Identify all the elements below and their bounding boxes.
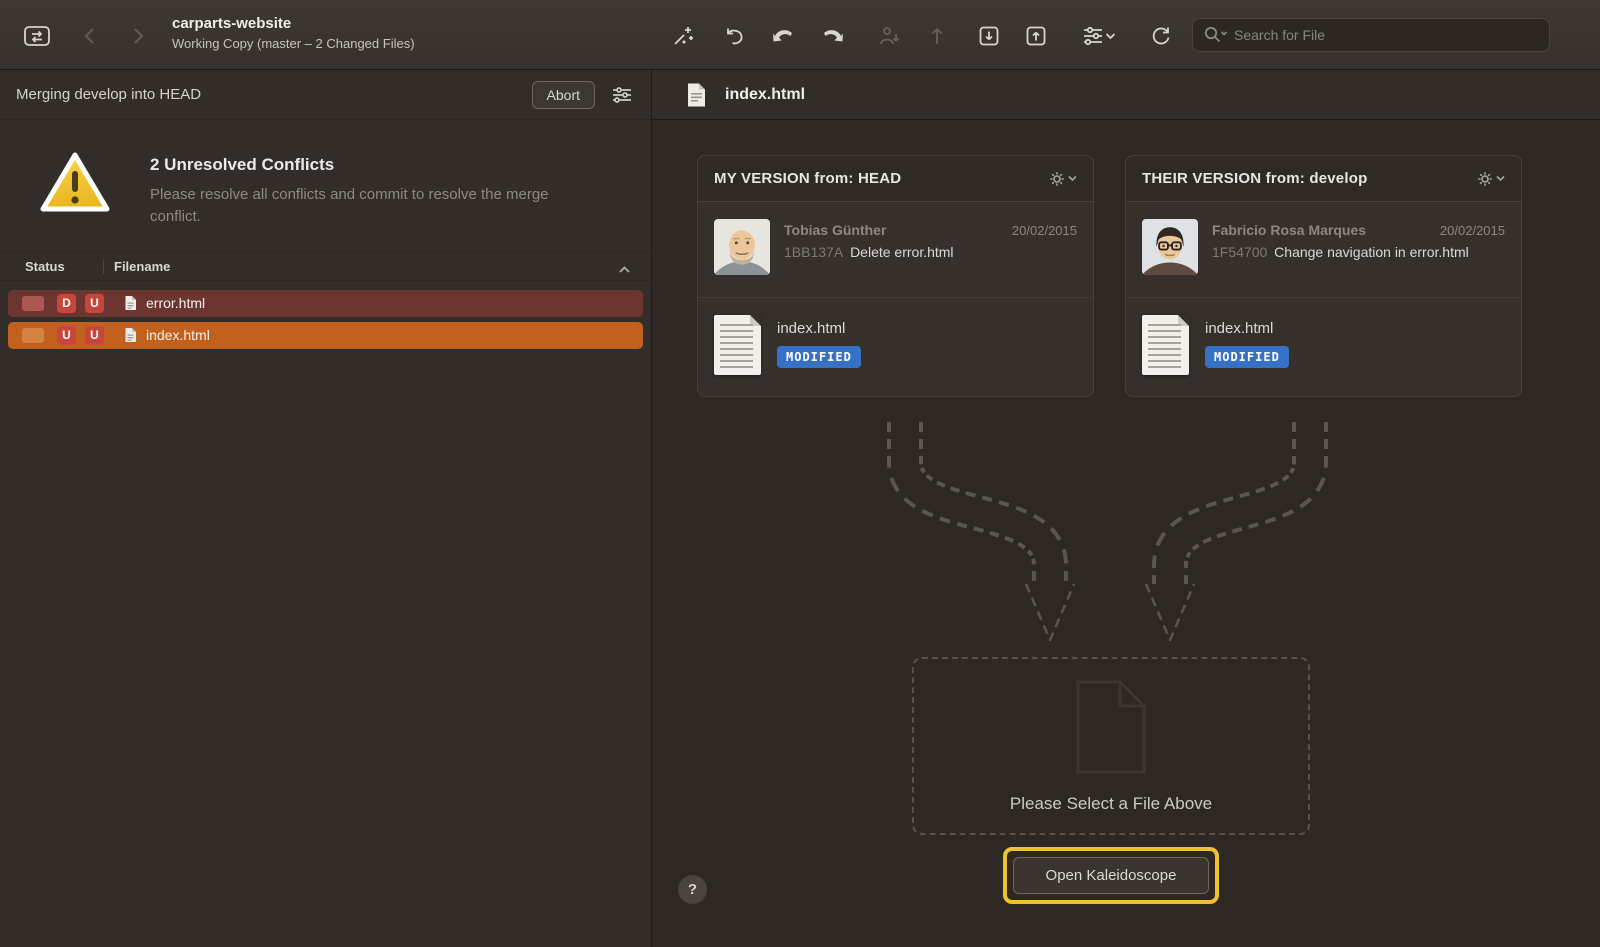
kaleidoscope-highlight-ring: Open Kaleidoscope xyxy=(1003,847,1219,904)
their-version-file: index.html MODIFIED xyxy=(1126,298,1521,392)
merge-options-icon[interactable] xyxy=(607,80,637,110)
column-filename[interactable]: Filename xyxy=(114,259,170,274)
app-window: carparts-website Working Copy (master – … xyxy=(0,0,1600,947)
file-thumbnail xyxy=(1142,315,1189,375)
status-badge: U xyxy=(85,294,104,313)
commit-author: Fabricio Rosa Marques xyxy=(1212,222,1366,238)
modified-badge: MODIFIED xyxy=(1205,346,1289,368)
version-filename: index.html xyxy=(777,320,861,337)
abort-merge-button[interactable]: Abort xyxy=(532,81,595,109)
conflict-file-list: D U error.html U U index.html xyxy=(0,281,651,363)
dropzone-hint: Please Select a File Above xyxy=(914,794,1308,814)
avatar xyxy=(1142,219,1198,275)
merge-result-dropzone: Please Select a File Above xyxy=(912,657,1310,835)
commit-meta: Fabricio Rosa Marques 20/02/2015 1F54700… xyxy=(1212,219,1505,297)
commit-hash: 1BB137A xyxy=(784,244,843,260)
back-icon[interactable] xyxy=(76,21,106,51)
selected-file-header: index.html xyxy=(652,70,1600,120)
column-divider xyxy=(103,259,104,274)
status-badge: U xyxy=(85,326,104,345)
conflict-text-block: 2 Unresolved Conflicts Please resolve al… xyxy=(150,150,590,228)
chevron-down-icon xyxy=(1105,32,1116,40)
chevron-down-icon xyxy=(1496,175,1505,182)
my-version-commit: Tobias Günther 20/02/2015 1BB137A Delete… xyxy=(698,202,1093,298)
ghost-document-icon xyxy=(1074,679,1148,775)
file-search-field xyxy=(1192,18,1550,52)
their-version-commit: Fabricio Rosa Marques 20/02/2015 1F54700… xyxy=(1126,202,1521,298)
status-color-chip xyxy=(22,296,44,311)
avatar xyxy=(714,219,770,275)
import-box-icon[interactable] xyxy=(974,21,1004,51)
refresh-icon[interactable] xyxy=(1146,21,1176,51)
commit-message: Delete error.html xyxy=(850,244,953,260)
chevron-down-icon xyxy=(1068,175,1077,182)
their-version-title: THEIR VERSION from: develop xyxy=(1142,170,1367,187)
forward-icon[interactable] xyxy=(122,21,152,51)
undo-icon[interactable] xyxy=(720,21,750,51)
commit-hash: 1F54700 xyxy=(1212,244,1267,260)
status-color-chip xyxy=(22,328,44,343)
filter-sliders-icon[interactable] xyxy=(1076,21,1120,51)
my-version-gear-icon[interactable] xyxy=(1045,167,1081,191)
file-row-error[interactable]: D U error.html xyxy=(8,290,643,317)
conflict-title: 2 Unresolved Conflicts xyxy=(150,155,590,175)
commit-author: Tobias Günther xyxy=(784,222,886,238)
repo-subtitle: Working Copy (master – 2 Changed Files) xyxy=(172,36,415,51)
file-icon xyxy=(686,82,707,108)
their-version-card: THEIR VERSION from: develop xyxy=(1125,155,1522,397)
selected-file-title: index.html xyxy=(725,86,805,104)
search-icon xyxy=(1203,25,1228,45)
push-icon[interactable] xyxy=(922,21,952,51)
toolbar: carparts-website Working Copy (master – … xyxy=(0,0,1600,70)
file-icon xyxy=(124,327,137,343)
merge-banner: Merging develop into HEAD Abort xyxy=(0,70,651,120)
my-version-title: MY VERSION from: HEAD xyxy=(714,170,901,187)
stash-save-icon[interactable] xyxy=(768,21,798,51)
my-version-card-header: MY VERSION from: HEAD xyxy=(698,156,1093,202)
repo-title-block: carparts-website Working Copy (master – … xyxy=(172,15,415,51)
merge-banner-title: Merging develop into HEAD xyxy=(16,86,201,103)
their-version-gear-icon[interactable] xyxy=(1473,167,1509,191)
file-name: index.html xyxy=(146,327,210,343)
repository-icon[interactable] xyxy=(18,17,56,55)
help-button[interactable]: ? xyxy=(678,875,707,904)
repo-name: carparts-website xyxy=(172,15,415,32)
file-table-header: Status Filename xyxy=(0,252,651,281)
auto-stage-wand-icon[interactable] xyxy=(668,21,698,51)
file-name: error.html xyxy=(146,295,205,311)
conflicts-panel: Merging develop into HEAD Abort 2 xyxy=(0,70,652,947)
conflict-warning-box: 2 Unresolved Conflicts Please resolve al… xyxy=(0,120,651,252)
modified-badge: MODIFIED xyxy=(777,346,861,368)
merge-arrows-graphic xyxy=(652,400,1600,690)
checkout-icon[interactable] xyxy=(874,21,904,51)
merge-detail-panel: index.html MY VERSION from: HEAD xyxy=(652,70,1600,947)
stash-apply-icon[interactable] xyxy=(818,21,848,51)
export-box-icon[interactable] xyxy=(1021,21,1051,51)
my-version-file: index.html MODIFIED xyxy=(698,298,1093,392)
commit-date: 20/02/2015 xyxy=(1440,223,1505,238)
my-version-card: MY VERSION from: HEAD xyxy=(697,155,1094,397)
status-badge: U xyxy=(57,326,76,345)
column-status[interactable]: Status xyxy=(0,259,103,274)
commit-meta: Tobias Günther 20/02/2015 1BB137A Delete… xyxy=(784,219,1077,297)
their-version-card-header: THEIR VERSION from: develop xyxy=(1126,156,1521,202)
sort-chevron-icon[interactable] xyxy=(618,262,631,277)
commit-date: 20/02/2015 xyxy=(1012,223,1077,238)
status-badge: D xyxy=(57,294,76,313)
commit-message: Change navigation in error.html xyxy=(1274,244,1469,260)
search-input[interactable] xyxy=(1234,27,1539,43)
version-filename: index.html xyxy=(1205,320,1289,337)
conflict-message: Please resolve all conflicts and commit … xyxy=(150,184,590,228)
file-row-index[interactable]: U U index.html xyxy=(8,322,643,349)
file-thumbnail xyxy=(714,315,761,375)
file-icon xyxy=(124,295,137,311)
warning-triangle-icon xyxy=(38,150,112,216)
open-kaleidoscope-button[interactable]: Open Kaleidoscope xyxy=(1013,857,1209,894)
